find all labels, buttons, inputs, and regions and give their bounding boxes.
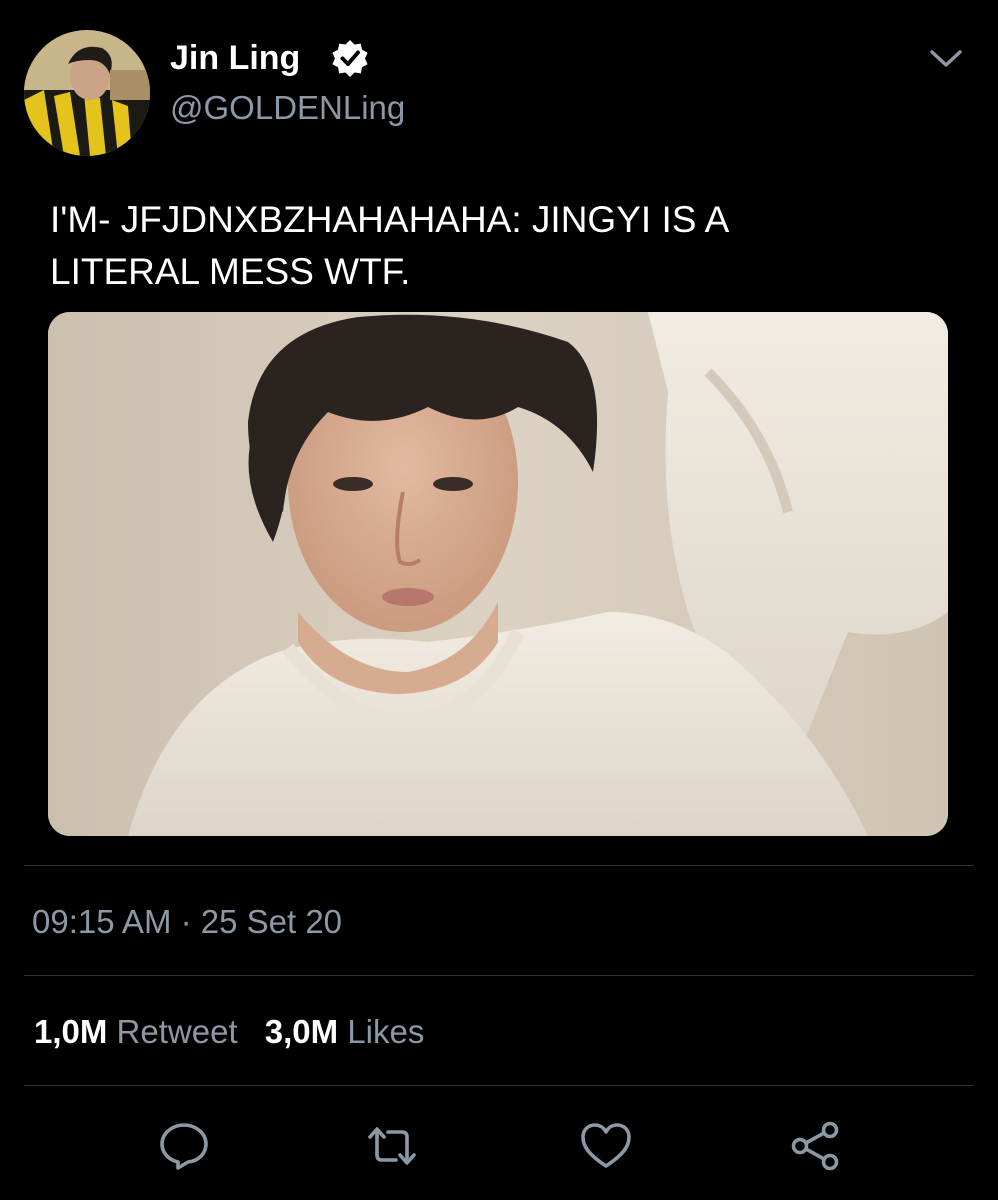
likes-count: 3,0M [264,1013,339,1050]
heart-icon[interactable] [578,1118,634,1174]
tweet-timestamp[interactable]: 09:15 AM · 25 Set 20 [32,900,342,944]
divider [24,865,974,866]
tweet-text-line: I'M- JFJDNXBZHAHAHAHA: JINGYI IS A [50,199,730,240]
tweet-stats: 1,0M Retweet 3,0M Likes [34,1010,424,1054]
likes-stat[interactable]: 3,0M Likes [265,1013,425,1050]
retweet-stat[interactable]: 1,0M Retweet [34,1013,238,1050]
share-icon[interactable] [788,1118,844,1174]
avatar[interactable] [24,30,150,156]
retweet-label: Retweet [116,1013,238,1050]
tweet-card: Jin Ling @GOLDENLing I'M- JFJDNXBZHAHAHA… [0,0,998,1200]
retweet-count: 1,0M [34,1013,108,1050]
reply-icon[interactable] [156,1118,212,1174]
tweet-photo[interactable] [48,312,948,836]
chevron-down-icon[interactable] [926,44,966,74]
user-handle[interactable]: @GOLDENLing [170,86,405,130]
tweet-text: I'M- JFJDNXBZHAHAHAHA: JINGYI IS A LITER… [50,194,930,298]
divider [24,975,974,976]
likes-label: Likes [347,1013,425,1050]
divider [24,1085,974,1086]
tweet-text-line: LITERAL MESS WTF. [50,251,411,292]
retweet-icon[interactable] [364,1118,420,1174]
verified-badge-icon [330,38,370,78]
display-name[interactable]: Jin Ling [170,36,300,80]
